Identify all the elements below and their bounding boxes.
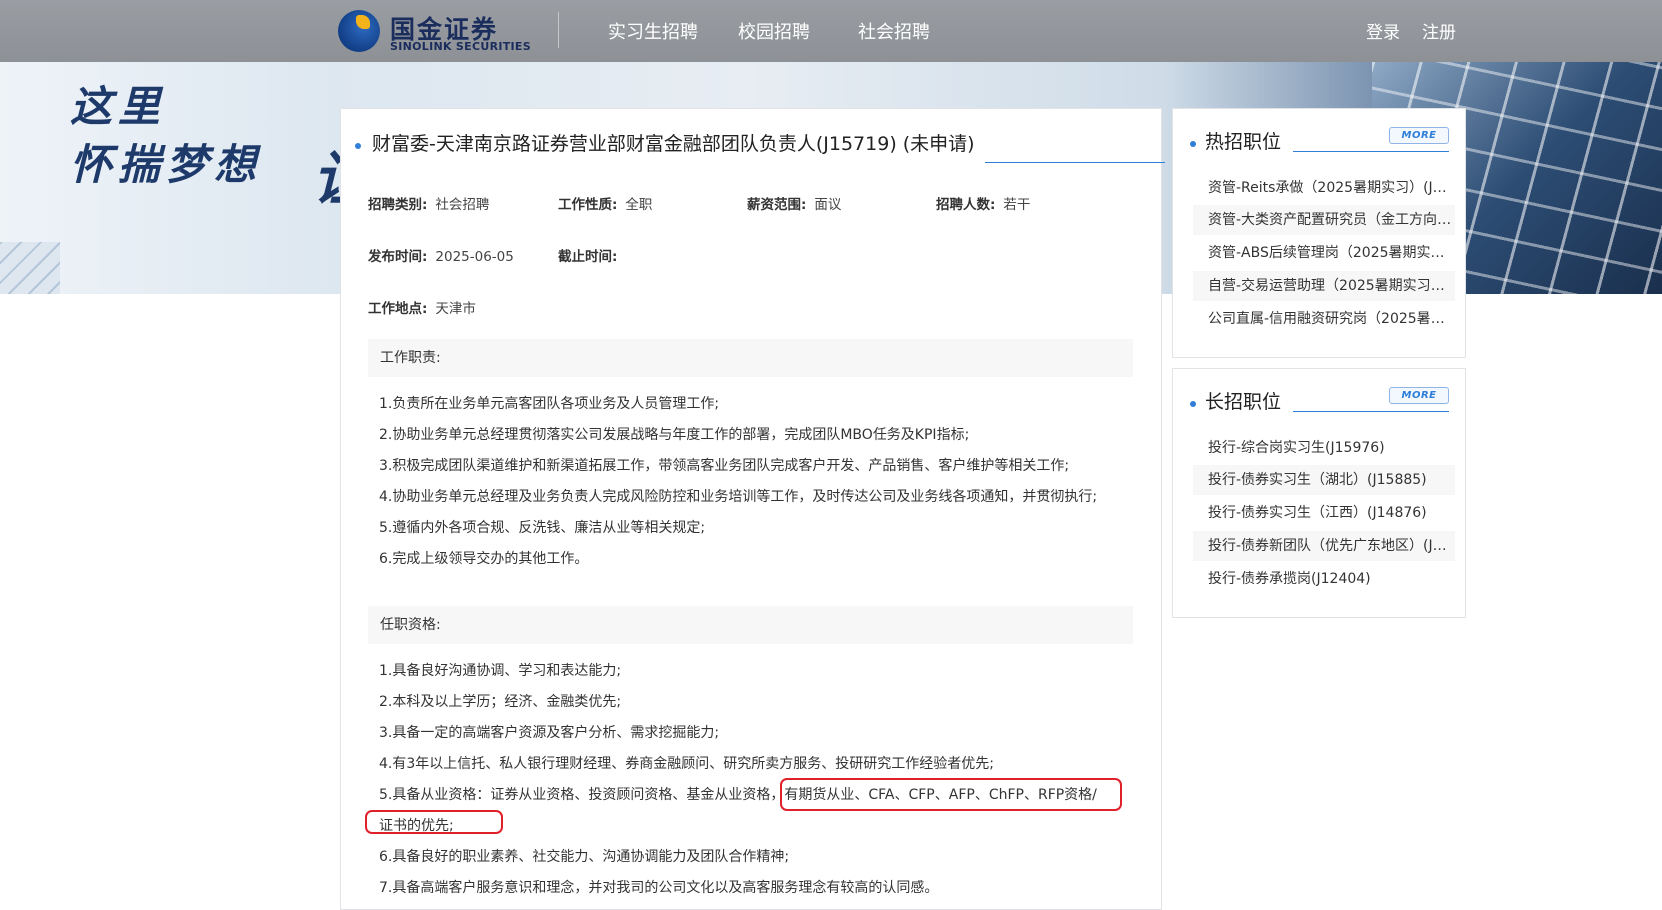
title-underline bbox=[985, 162, 1165, 163]
nav-campus-recruit[interactable]: 校园招聘 bbox=[738, 18, 810, 44]
long-job-item[interactable]: 投行-债券实习生（湖北）(J15885) bbox=[1193, 465, 1455, 495]
meta-publish-label: 发布时间: bbox=[368, 249, 428, 265]
long-title-underline bbox=[1293, 411, 1449, 412]
requirement-line: 3.具备一定的高端客户资源及客户分析、需求挖掘能力; bbox=[379, 725, 720, 741]
meta-publish: 发布时间: 2025-06-05 bbox=[368, 245, 514, 265]
meta-count-value: 若干 bbox=[1003, 197, 1031, 213]
meta-nature-value: 全职 bbox=[625, 197, 653, 213]
duties-heading: 工作职责: bbox=[368, 339, 1133, 377]
requirement-line: 2.本科及以上学历；经济、金融类优先; bbox=[379, 694, 622, 710]
meta-nature-label: 工作性质: bbox=[558, 197, 618, 213]
logo-english-name: SINOLINK SECURITIES bbox=[390, 40, 531, 53]
banner-slogan: 这里 怀揣梦想 bbox=[70, 78, 262, 194]
slogan-cut-char: 让 bbox=[312, 132, 340, 216]
hot-bullet-icon bbox=[1190, 141, 1196, 147]
meta-deadline-label: 截止时间: bbox=[558, 249, 618, 265]
duty-line: 5.遵循内外各项合规、反洗钱、廉洁从业等相关规定; bbox=[379, 520, 706, 536]
duty-line: 1.负责所在业务单元高客团队各项业务及人员管理工作; bbox=[379, 396, 720, 412]
meta-publish-value: 2025-06-05 bbox=[435, 249, 514, 265]
hot-job-item[interactable]: 资管-ABS后续管理岗（2025暑期实习）(J15960) bbox=[1193, 238, 1455, 268]
requirements-heading: 任职资格: bbox=[368, 606, 1133, 644]
meta-category-value: 社会招聘 bbox=[435, 197, 490, 213]
meta-location-label: 工作地点: bbox=[368, 301, 428, 317]
banner-building-left bbox=[0, 242, 60, 294]
job-title-row: 财富委-天津南京路证券营业部财富金融部团队负责人(J15719) (未申请) bbox=[355, 129, 1165, 169]
nav-divider bbox=[558, 12, 559, 48]
meta-count-label: 招聘人数: bbox=[936, 197, 996, 213]
nav-social-recruit[interactable]: 社会招聘 bbox=[858, 18, 930, 44]
requirement-line: 4.有3年以上信托、私人银行理财经理、券商金融顾问、研究所卖方服务、投研研究工作… bbox=[379, 756, 994, 772]
meta-salary-value: 面议 bbox=[814, 197, 842, 213]
meta-nature: 工作性质: 全职 bbox=[558, 193, 652, 213]
top-navbar: 国金证券 SINOLINK SECURITIES 实习生招聘 校园招聘 社会招聘… bbox=[0, 0, 1662, 62]
duty-line: 2.协助业务单元总经理贯彻落实公司发展战略与年度工作的部署，完成团队MBO任务及… bbox=[379, 427, 970, 443]
long-more-button[interactable]: MORE bbox=[1389, 387, 1449, 404]
long-job-item[interactable]: 投行-债券承揽岗(J12404) bbox=[1193, 564, 1455, 594]
requirement-line: 7.具备高端客户服务意识和理念，并对我司的公司文化以及高客服务理念有较高的认同感… bbox=[379, 880, 939, 896]
requirement-line: 6.具备良好的职业素养、社交能力、沟通协调能力及团队合作精神; bbox=[379, 849, 790, 865]
login-link[interactable]: 登录 bbox=[1366, 18, 1400, 43]
slogan-line-1: 这里 bbox=[70, 82, 167, 131]
hot-job-item[interactable]: 资管-Reits承做（2025暑期实习）(J15962) bbox=[1193, 173, 1455, 203]
job-title: 财富委-天津南京路证券营业部财富金融部团队负责人(J15719) (未申请) bbox=[372, 133, 975, 155]
company-logo[interactable]: 国金证券 SINOLINK SECURITIES bbox=[338, 8, 538, 54]
hot-job-item[interactable]: 资管-大类资产配置研究员（金工方向）(J15961) bbox=[1193, 205, 1455, 235]
long-bullet-icon bbox=[1190, 401, 1196, 407]
long-jobs-panel: 长招职位 MORE 投行-综合岗实习生(J15976) 投行-债券实习生（湖北）… bbox=[1172, 368, 1466, 618]
highlight-annotation bbox=[365, 810, 503, 834]
meta-salary-label: 薪资范围: bbox=[747, 197, 807, 213]
meta-category: 招聘类别: 社会招聘 bbox=[368, 193, 489, 213]
requirement-line: 1.具备良好沟通协调、学习和表达能力; bbox=[379, 663, 622, 679]
long-job-item[interactable]: 投行-综合岗实习生(J15976) bbox=[1193, 433, 1455, 463]
long-job-item[interactable]: 投行-债券新团队（优先广东地区）(J14500) bbox=[1193, 531, 1455, 561]
duty-line: 6.完成上级领导交办的其他工作。 bbox=[379, 551, 589, 567]
hot-jobs-title: 热招职位 bbox=[1205, 131, 1282, 153]
meta-count: 招聘人数: 若干 bbox=[936, 193, 1030, 213]
meta-deadline: 截止时间: bbox=[558, 245, 625, 265]
highlight-annotation bbox=[780, 778, 1122, 811]
meta-category-label: 招聘类别: bbox=[368, 197, 428, 213]
logo-mark-icon bbox=[338, 10, 380, 52]
hot-title-underline bbox=[1293, 151, 1449, 152]
hot-jobs-panel: 热招职位 MORE 资管-Reits承做（2025暑期实习）(J15962) 资… bbox=[1172, 108, 1466, 358]
hot-job-item[interactable]: 自营-交易运营助理（2025暑期实习）(J15959) bbox=[1193, 271, 1455, 301]
long-jobs-title: 长招职位 bbox=[1205, 391, 1282, 413]
hot-job-item[interactable]: 公司直属-信用融资研究岗（2025暑期实习）(J15958) bbox=[1193, 304, 1455, 334]
job-detail-card: 财富委-天津南京路证券营业部财富金融部团队负责人(J15719) (未申请) 招… bbox=[340, 108, 1165, 910]
register-link[interactable]: 注册 bbox=[1422, 18, 1456, 43]
long-job-item[interactable]: 投行-债券实习生（江西）(J14876) bbox=[1193, 498, 1455, 528]
meta-location-value: 天津市 bbox=[435, 301, 476, 317]
slogan-line-2: 怀揣梦想 bbox=[70, 140, 263, 189]
hot-more-button[interactable]: MORE bbox=[1389, 127, 1449, 144]
duty-line: 3.积极完成团队渠道维护和新渠道拓展工作，带领高客业务团队完成客户开发、产品销售… bbox=[379, 458, 1070, 474]
nav-intern-recruit[interactable]: 实习生招聘 bbox=[608, 18, 698, 44]
duty-line: 4.协助业务单元总经理及业务负责人完成风险防控和业务培训等工作，及时传达公司及业… bbox=[379, 489, 1098, 505]
meta-salary: 薪资范围: 面议 bbox=[747, 193, 841, 213]
meta-location: 工作地点: 天津市 bbox=[368, 297, 476, 317]
title-bullet-icon bbox=[355, 143, 361, 149]
